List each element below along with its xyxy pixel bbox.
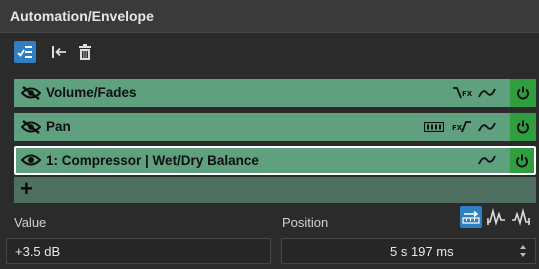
power-icon [517,120,529,134]
envelope-row-volume-fades[interactable]: Volume/Fades FX [14,79,536,107]
envelope-row-compressor-wet-dry[interactable]: 1: Compressor | Wet/Dry Balance [14,146,536,175]
envelope-label: Volume/Fades [46,85,137,100]
curve-icon[interactable] [478,118,496,136]
value-field[interactable]: +3.5 dB [6,238,271,264]
envelope-label: 1: Compressor | Wet/Dry Balance [46,153,259,168]
list-check-icon [17,46,32,58]
ruler-arrow-icon [462,210,480,224]
fade-fx-icon[interactable]: FX [452,84,472,102]
svg-text:FX: FX [462,90,472,98]
envelope-row-pan[interactable]: Pan FX [14,113,536,141]
eye-visible-icon[interactable] [20,151,42,169]
show-all-envelopes-button[interactable] [14,41,36,63]
snap-right-mode-button[interactable] [510,206,532,228]
position-field[interactable]: 5 s 197 ms [281,238,536,264]
position-label: Position [282,215,329,230]
add-envelope-button[interactable]: + [20,178,33,200]
power-button[interactable] [510,79,536,107]
spinner-arrows-icon[interactable] [519,244,527,258]
curve-icon[interactable] [478,151,496,169]
add-envelope-row[interactable]: + [14,177,536,203]
time-ruler-mode-button[interactable] [460,206,482,228]
power-button[interactable] [510,148,534,173]
wave-right-icon [512,208,530,226]
envelope-label: Pan [46,119,71,134]
power-icon [516,154,528,167]
collapse-to-left-button[interactable] [48,41,70,63]
pan-fx-icon[interactable]: FX [452,118,472,136]
value-text: +3.5 dB [15,244,61,259]
power-button[interactable] [510,113,536,141]
snap-left-mode-button[interactable] [485,206,507,228]
power-icon [517,86,529,100]
wave-left-icon [487,208,505,226]
position-text: 5 s 197 ms [390,244,454,259]
value-label: Value [14,215,47,230]
eye-hidden-icon[interactable] [20,84,42,102]
arrow-to-left-icon [52,46,66,58]
svg-text:FX: FX [452,124,463,132]
trash-icon [79,44,91,60]
curve-icon[interactable] [478,84,496,102]
panel-title: Automation/Envelope [10,8,154,24]
eye-hidden-icon[interactable] [20,118,42,136]
delete-envelope-button[interactable] [74,41,96,63]
pan-mode-icon[interactable] [424,118,444,136]
panel-header: Automation/Envelope [0,0,539,33]
